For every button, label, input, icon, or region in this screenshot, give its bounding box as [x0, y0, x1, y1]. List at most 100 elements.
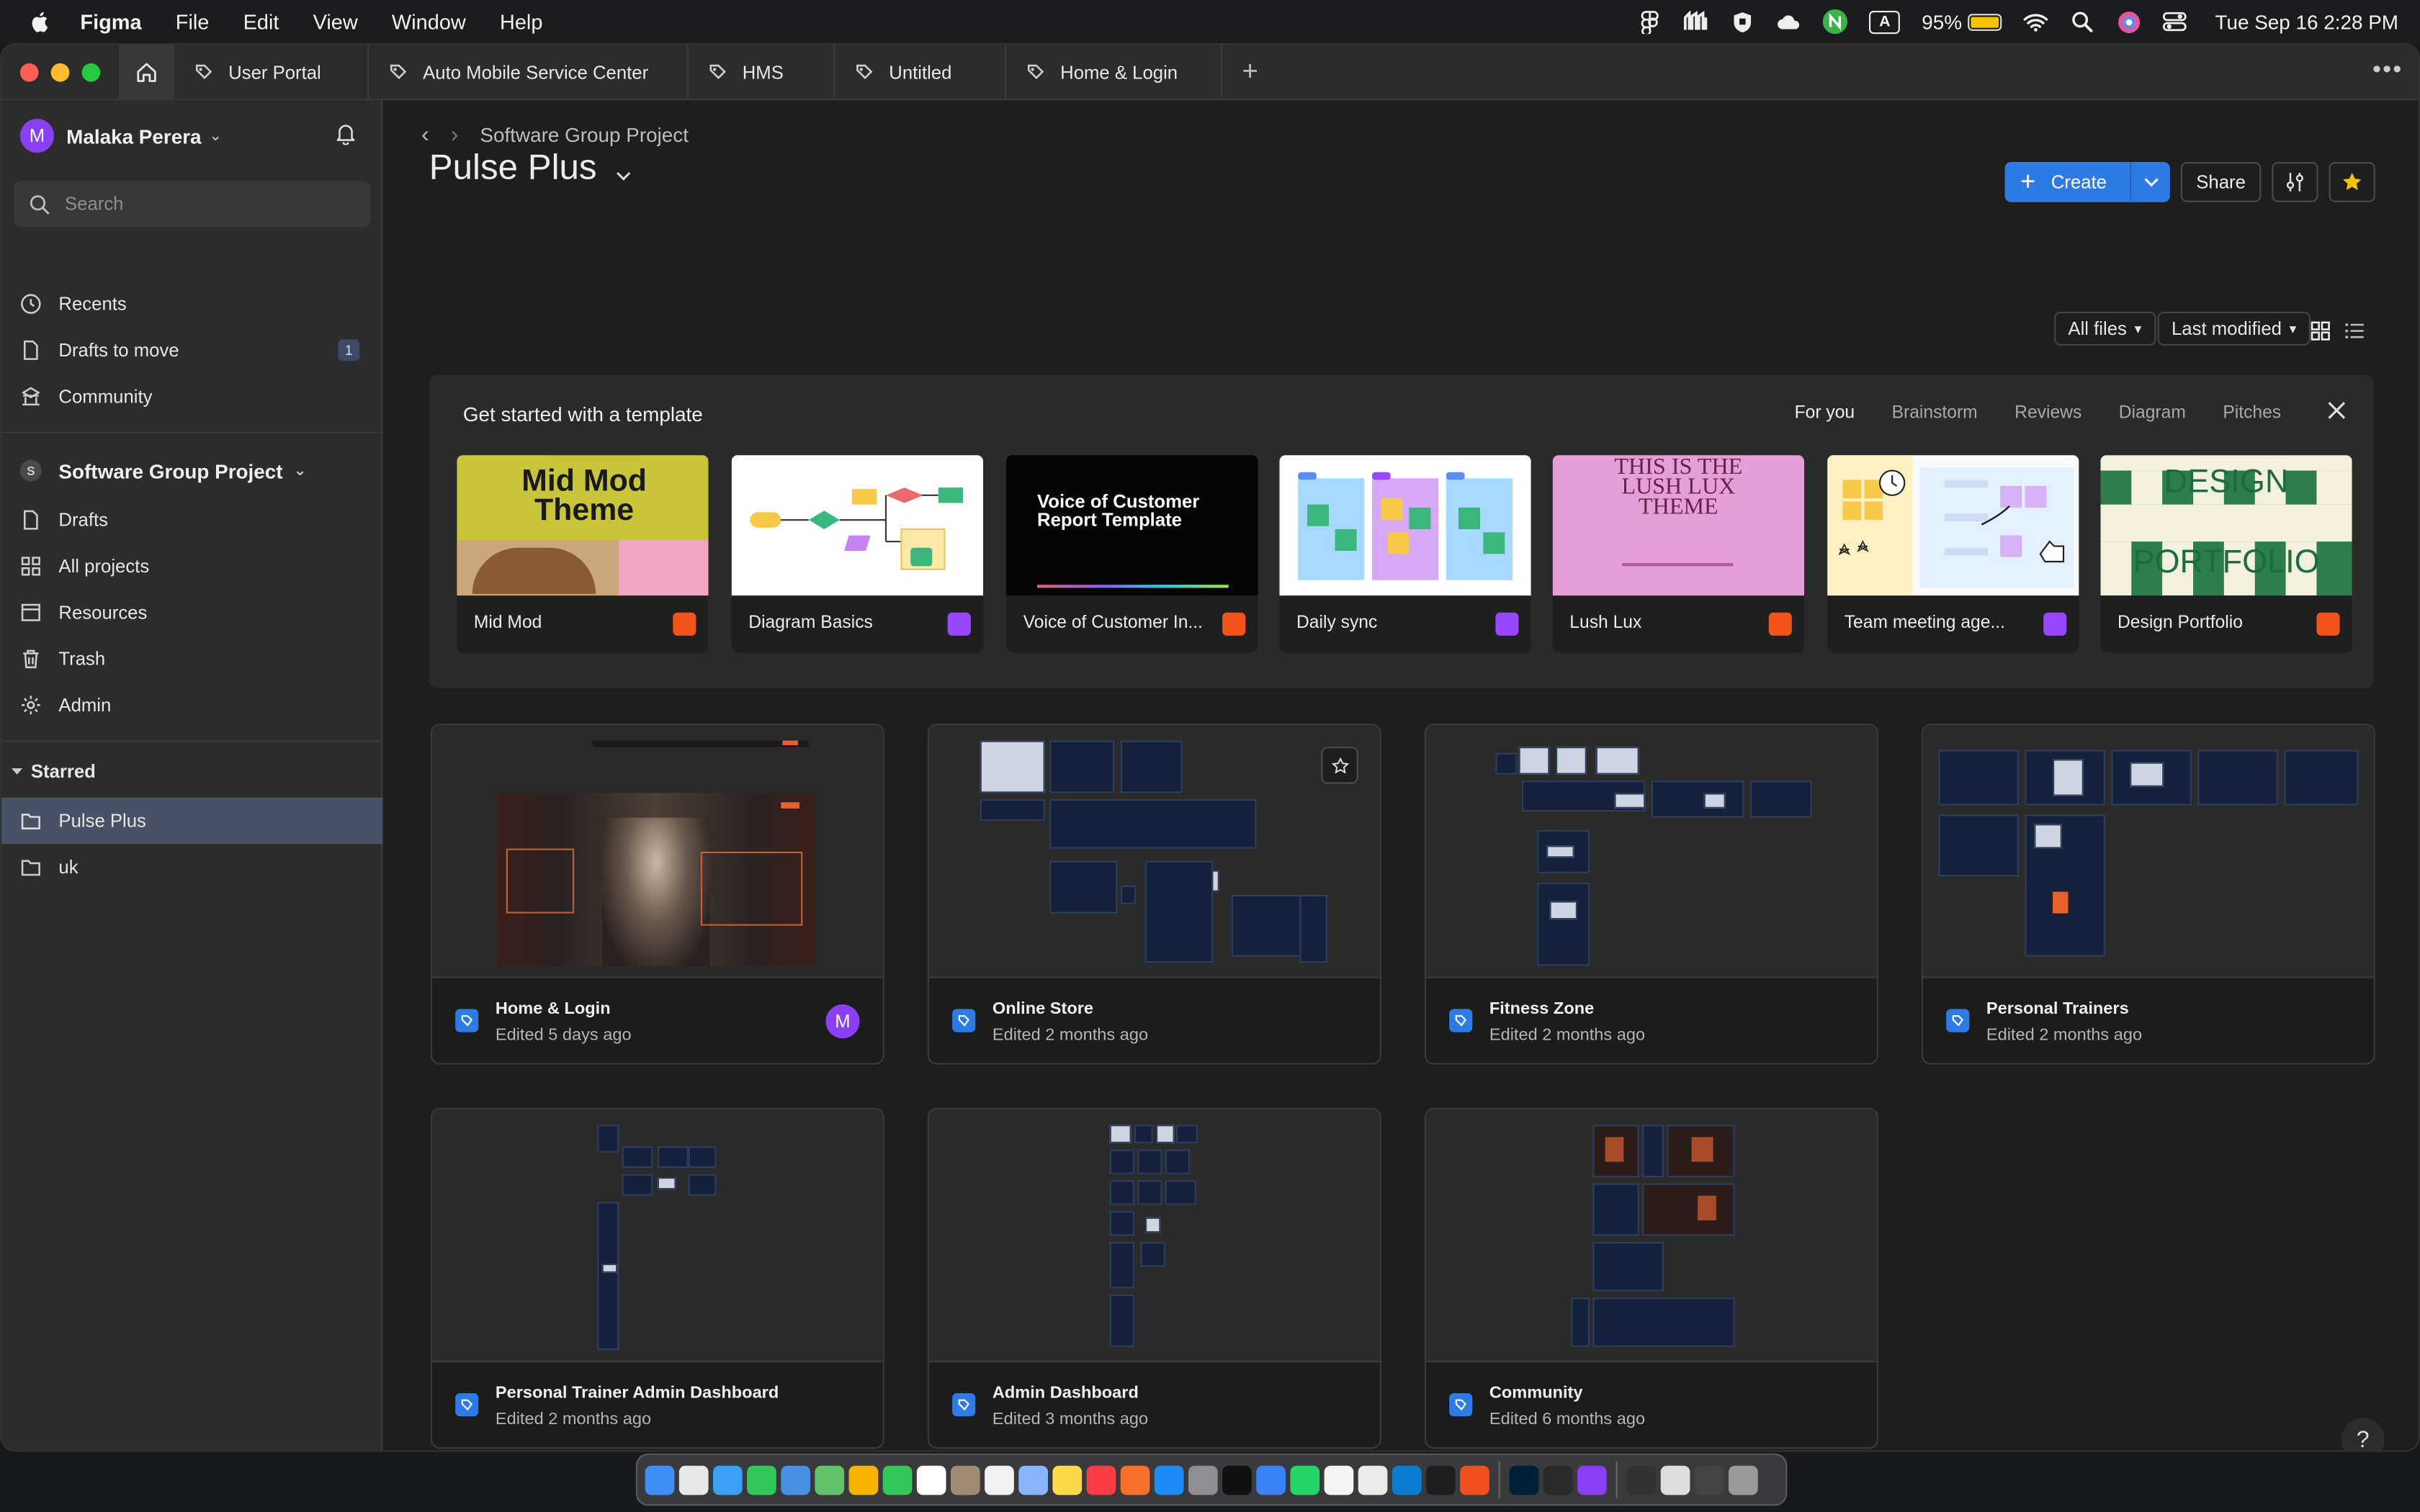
sidebar-item-admin[interactable]: Admin — [1, 682, 382, 728]
shield-status-icon[interactable] — [1731, 9, 1755, 34]
tab-home-login[interactable]: Home & Login — [1006, 45, 1223, 100]
wifi-icon[interactable] — [2024, 9, 2048, 34]
page-title[interactable]: Pulse Plus — [429, 153, 631, 199]
file-card-admin-dashboard[interactable]: Admin Dashboard Edited 3 months ago — [927, 1107, 1381, 1449]
battery-status[interactable]: 95% — [1922, 10, 2002, 33]
star-icon[interactable] — [2329, 162, 2375, 202]
calendar-icon[interactable] — [916, 1464, 946, 1495]
grid-view-icon[interactable] — [2304, 315, 2335, 346]
template-card-mid-mod[interactable]: Mid Mod Theme Mid Mod — [457, 455, 709, 653]
settings-sliders-icon[interactable] — [2272, 162, 2318, 202]
app-icon[interactable] — [1577, 1464, 1607, 1495]
photos-icon[interactable] — [848, 1464, 879, 1495]
team-switcher[interactable]: S Software Group Project ⌄ — [19, 455, 307, 486]
forward-icon[interactable]: › — [451, 122, 459, 148]
menu-help[interactable]: Help — [500, 10, 542, 33]
messages-icon[interactable] — [747, 1464, 776, 1495]
new-tab-button[interactable]: + — [1222, 45, 1278, 99]
app-store-icon[interactable] — [1154, 1464, 1184, 1495]
zoom-window-button[interactable] — [81, 62, 101, 81]
mail-icon[interactable] — [781, 1464, 810, 1495]
finder-icon[interactable] — [645, 1464, 675, 1495]
contacts-icon[interactable] — [951, 1464, 980, 1495]
spotlight-icon[interactable] — [2070, 9, 2094, 34]
tab-hms[interactable]: HMS — [689, 45, 835, 100]
input-source-icon[interactable]: A — [1869, 9, 1901, 34]
menu-window[interactable]: Window — [392, 10, 466, 33]
tv-icon[interactable] — [1222, 1464, 1252, 1495]
freeform-icon[interactable] — [1018, 1464, 1048, 1495]
breadcrumb-team[interactable]: Software Group Project — [480, 123, 689, 146]
downloads-stack-icon[interactable] — [1626, 1464, 1657, 1495]
photoshop-icon[interactable] — [1509, 1464, 1539, 1495]
facetime-icon[interactable] — [882, 1464, 913, 1495]
menu-view[interactable]: View — [313, 10, 358, 33]
figma-status-icon[interactable] — [1638, 9, 1662, 34]
create-menu-chevron-icon[interactable] — [2130, 162, 2170, 202]
sidebar-item-pulse-plus[interactable]: Pulse Plus — [1, 797, 383, 845]
terminal-icon[interactable] — [1543, 1464, 1573, 1495]
textedit-icon[interactable] — [1324, 1464, 1354, 1495]
trash-icon[interactable] — [1729, 1464, 1758, 1495]
file-card-personal-trainer-admin-dashboard[interactable]: Personal Trainer Admin Dashboard Edited … — [430, 1107, 884, 1449]
documents-stack-icon[interactable] — [1660, 1464, 1690, 1495]
safari-icon[interactable] — [712, 1464, 743, 1495]
sidecar-icon[interactable] — [1256, 1464, 1286, 1495]
list-view-icon[interactable] — [2338, 315, 2369, 346]
tab-for-you[interactable]: For you — [1795, 404, 1855, 423]
maps-icon[interactable] — [815, 1464, 845, 1495]
sidebar-item-all-projects[interactable]: All projects — [1, 543, 382, 589]
tab-diagram[interactable]: Diagram — [2119, 404, 2186, 423]
file-card-online-store[interactable]: Online Store Edited 2 months ago — [927, 723, 1381, 1065]
menu-app-name[interactable]: Figma — [80, 10, 141, 33]
home-tab[interactable] — [119, 45, 175, 100]
n-app-icon[interactable] — [1823, 9, 1848, 35]
menu-file[interactable]: File — [176, 10, 210, 33]
cursor-icon[interactable] — [1425, 1464, 1456, 1495]
sort-filter[interactable]: Last modified ▾ — [2157, 311, 2311, 346]
bars-status-icon[interactable] — [1684, 9, 1708, 34]
search-input[interactable]: Search — [14, 180, 371, 227]
template-card-diagram-basics[interactable]: Diagram Basics — [731, 455, 983, 653]
pages-icon[interactable] — [1120, 1464, 1150, 1495]
back-icon[interactable]: ‹ — [421, 122, 429, 148]
minimize-window-button[interactable] — [50, 62, 70, 81]
close-window-button[interactable] — [19, 62, 39, 81]
tab-brainstorm[interactable]: Brainstorm — [1892, 404, 1978, 423]
starred-section-toggle[interactable]: Starred — [11, 760, 96, 782]
star-icon[interactable] — [1321, 747, 1358, 784]
template-card-lush-lux[interactable]: THIS IS THE LUSH LUX THEME Lush Lux — [1552, 455, 1804, 653]
template-card-team-meeting[interactable]: Team meeting age... — [1827, 455, 2079, 653]
sidebar-item-uk[interactable]: uk — [1, 844, 382, 890]
close-icon[interactable] — [2327, 401, 2346, 420]
apple-icon[interactable] — [28, 9, 53, 34]
music-icon[interactable] — [1086, 1464, 1116, 1495]
create-button[interactable]: + Create — [2004, 162, 2170, 202]
sidebar-item-recents[interactable]: Recents — [1, 281, 382, 327]
sidebar-item-drafts[interactable]: Drafts — [1, 497, 382, 543]
file-card-community[interactable]: Community Edited 6 months ago — [1424, 1107, 1878, 1449]
file-card-fitness-zone[interactable]: Fitness Zone Edited 2 months ago — [1424, 723, 1878, 1065]
template-card-daily-sync[interactable]: Daily sync — [1279, 455, 1531, 653]
screenshots-stack-icon[interactable] — [1694, 1464, 1724, 1495]
tab-reviews[interactable]: Reviews — [2015, 404, 2081, 423]
sidebar-item-trash[interactable]: Trash — [1, 636, 382, 682]
sidebar-item-drafts-to-move[interactable]: Drafts to move 1 — [1, 327, 382, 373]
bell-icon[interactable] — [335, 122, 357, 153]
cloud-icon[interactable] — [1777, 9, 1801, 34]
whatsapp-icon[interactable] — [1290, 1464, 1320, 1495]
share-button[interactable]: Share — [2180, 162, 2262, 202]
file-card-personal-trainers[interactable]: Personal Trainers Edited 2 months ago — [1921, 723, 2375, 1065]
tab-auto-mobile-service-center[interactable]: Auto Mobile Service Center — [369, 45, 689, 100]
file-type-filter[interactable]: All files ▾ — [2054, 311, 2156, 346]
launchpad-icon[interactable] — [678, 1464, 709, 1495]
vscode-icon[interactable] — [1392, 1464, 1422, 1495]
chatgpt-icon[interactable] — [1358, 1464, 1388, 1495]
reminders-icon[interactable] — [985, 1464, 1014, 1495]
sidebar-item-community[interactable]: Community — [1, 374, 382, 420]
siri-icon[interactable] — [2116, 9, 2141, 34]
tab-pitches[interactable]: Pitches — [2223, 404, 2281, 423]
sidebar-item-resources[interactable]: Resources — [1, 590, 382, 636]
tab-untitled[interactable]: Untitled — [835, 45, 1007, 100]
control-center-icon[interactable] — [2163, 9, 2187, 34]
